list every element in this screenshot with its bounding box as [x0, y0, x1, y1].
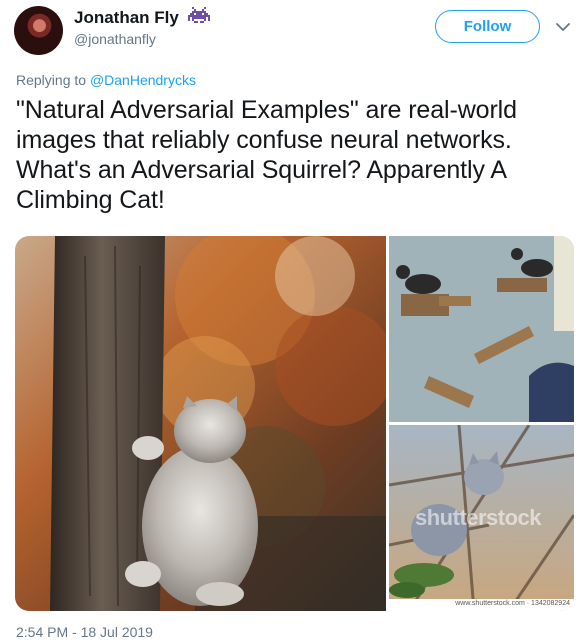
chevron-down-icon[interactable]: [556, 22, 570, 32]
space-invader-icon: [188, 7, 210, 23]
replying-to: Replying to @DanHendrycks: [16, 72, 196, 88]
reply-mention-link[interactable]: @DanHendrycks: [90, 72, 196, 88]
user-handle[interactable]: @jonathanfly: [74, 31, 156, 47]
photo-cat-wall-shelves[interactable]: [389, 236, 574, 422]
follow-button[interactable]: Follow: [435, 10, 540, 43]
media-grid: shutterstock www.shutterstock.com · 1342…: [15, 236, 574, 611]
watermark: shutterstock: [415, 505, 542, 530]
display-name[interactable]: Jonathan Fly: [74, 8, 179, 28]
avatar[interactable]: [14, 6, 63, 55]
tweet-text: "Natural Adversarial Examples" are real-…: [16, 96, 517, 214]
photo-kitten-in-branches[interactable]: shutterstock www.shutterstock.com · 1342…: [389, 425, 574, 611]
photo-cat-climbing-tree[interactable]: [15, 236, 386, 611]
timestamp[interactable]: 2:54 PM - 18 Jul 2019: [16, 624, 153, 640]
replying-prefix: Replying to: [16, 72, 90, 88]
tweet-card: Jonathan Fly @jonathanfly Follow Replyin…: [0, 0, 582, 644]
stock-caption: www.shutterstock.com · 1342082924: [455, 600, 570, 607]
